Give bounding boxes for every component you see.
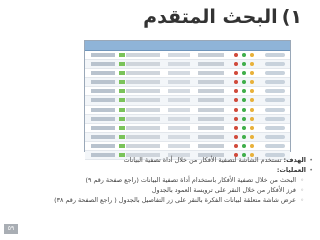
title-text: البحث المتقدم (143, 6, 278, 28)
table-row (85, 60, 290, 70)
table-row (85, 124, 290, 133)
table-row (85, 114, 290, 124)
table-row (85, 51, 290, 61)
table-rows (85, 51, 290, 161)
operations-line: العمليات: (6, 165, 313, 176)
objective-text: تستخدم الشاشة لتصفية الأفكار من خلال أدا… (123, 156, 282, 164)
objective-line: الهدف: تستخدم الشاشة لتصفية الأفكار من خ… (6, 156, 313, 166)
table-row (85, 132, 290, 142)
operation-item: البحث من خلال تصفية الأفكار باستخدام أدا… (6, 176, 306, 186)
slide: ١)البحث المتقدم الهدف: تستخدم الشاشة لتص… (0, 0, 320, 240)
title-number: ١) (281, 6, 302, 28)
operations-label: العمليات: (276, 165, 306, 174)
screenshot-image (84, 40, 291, 161)
table-header-bar (85, 41, 290, 51)
slide-title: ١)البحث المتقدم (143, 6, 302, 28)
table-row (85, 69, 290, 79)
operation-item: فرز الأفكار من خلال النقر على ترويسة الع… (6, 186, 306, 196)
table-row (85, 142, 290, 152)
page-number: ٥٩ (4, 224, 18, 234)
operation-item: عرض شاشة متعلقة لبيانات الفكرة بالنقر عل… (6, 196, 306, 206)
table-row (85, 78, 290, 88)
table-row (85, 87, 290, 97)
table-row (85, 106, 290, 115)
objective-label: الهدف: (283, 156, 306, 164)
slide-body: الهدف: تستخدم الشاشة لتصفية الأفكار من خ… (6, 156, 313, 206)
table-row (85, 96, 290, 106)
